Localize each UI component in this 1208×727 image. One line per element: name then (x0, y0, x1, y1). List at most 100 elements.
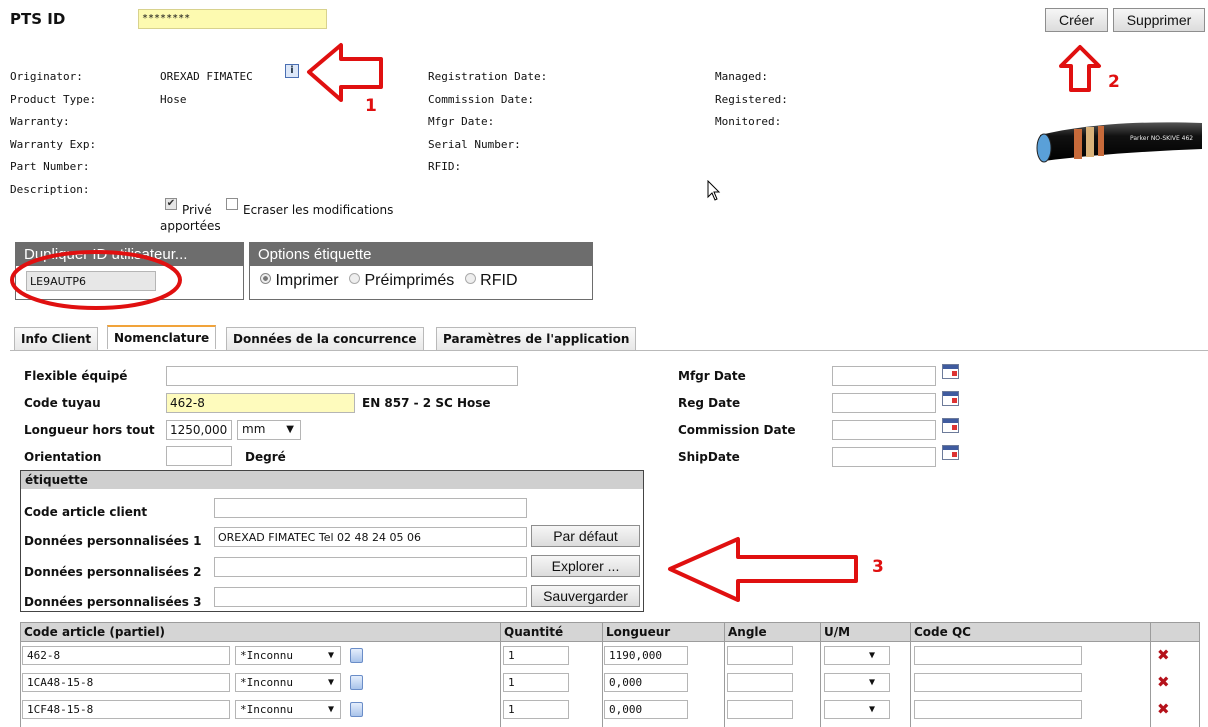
chevron-down-icon: ▼ (327, 677, 334, 688)
serial-number-label: Serial Number: (428, 137, 521, 151)
annotation-arrow-3 (668, 537, 858, 602)
mfgr-date-field-label: Mfgr Date (678, 369, 746, 383)
etiquette-title: étiquette (21, 471, 643, 489)
annotation-arrow-2 (1059, 45, 1101, 92)
print-radio[interactable] (260, 273, 271, 284)
tab-bar-line (10, 350, 1208, 351)
row-code-input[interactable]: 1CA48-15-8 (22, 673, 230, 692)
mfgr-date-input[interactable] (832, 366, 936, 386)
orientation-label: Orientation (24, 450, 102, 464)
equipped-hose-label: Flexible équipé (24, 369, 128, 383)
overwrite-label-2: apportées (160, 219, 221, 233)
row-um-select[interactable]: ▼ (824, 646, 890, 665)
annotation-number-3: 3 (872, 557, 884, 577)
custom-data-3-input[interactable] (214, 587, 527, 607)
preprinted-radio-label: Préimprimés (364, 272, 455, 289)
row-angle-input[interactable] (727, 673, 793, 692)
commission-date-field-label: Commission Date (678, 423, 796, 437)
hose-code-label: Code tuyau (24, 396, 101, 410)
row-um-select[interactable]: ▼ (824, 673, 890, 692)
rfid-radio[interactable] (464, 273, 476, 284)
row-angle-input[interactable] (727, 700, 793, 719)
create-button[interactable]: Créer (1045, 8, 1108, 32)
equipped-hose-input[interactable] (166, 366, 518, 386)
row-angle-input[interactable] (727, 646, 793, 665)
row-qc-input[interactable] (914, 700, 1082, 719)
overwrite-checkbox[interactable] (226, 198, 238, 210)
row-length-input[interactable]: 0,000 (604, 673, 688, 692)
chevron-down-icon: ▼ (868, 650, 875, 661)
row-type-select[interactable]: *Inconnu ▼ (235, 646, 341, 665)
calendar-icon[interactable] (942, 418, 959, 433)
label-options-title: Options étiquette (250, 243, 592, 266)
row-code-input[interactable]: 462-8 (22, 646, 230, 665)
client-code-input[interactable] (214, 498, 527, 518)
row-qty-input[interactable]: 1 (503, 673, 569, 692)
private-label: Privé (182, 203, 212, 217)
delete-row-icon[interactable]: ✖ (1157, 646, 1170, 664)
part-number-label: Part Number: (10, 160, 90, 173)
document-icon[interactable] (350, 648, 363, 663)
document-icon[interactable] (350, 702, 363, 717)
managed-label: Managed: (715, 70, 768, 83)
commission-date-input[interactable] (832, 420, 936, 440)
info-icon[interactable]: i (285, 64, 299, 78)
save-button[interactable]: Sauvergarder (531, 585, 640, 607)
tab-nomenclature[interactable]: Nomenclature (107, 325, 217, 349)
ship-date-input[interactable] (832, 447, 936, 467)
default-button[interactable]: Par défaut (531, 525, 640, 547)
reg-date-input[interactable] (832, 393, 936, 413)
row-length-input[interactable]: 0,000 (604, 700, 688, 719)
overwrite-label: Ecraser les modifications (243, 203, 394, 217)
description-label: Description: (10, 182, 90, 196)
tab-competition-data[interactable]: Données de la concurrence (226, 327, 424, 350)
orientation-input[interactable] (166, 446, 232, 466)
warranty-label: Warranty: (10, 115, 70, 128)
mfgr-date-label: Mfgr Date: (428, 115, 495, 128)
pts-id-field[interactable]: ******** (138, 9, 327, 29)
chevron-down-icon: ▼ (286, 424, 294, 435)
row-qc-input[interactable] (914, 673, 1082, 692)
custom-data-3-label: Données personnalisées 3 (24, 595, 202, 609)
delete-row-icon[interactable]: ✖ (1157, 700, 1170, 718)
client-code-label: Code article client (24, 505, 148, 519)
calendar-icon[interactable] (942, 364, 959, 379)
row-qc-input[interactable] (914, 646, 1082, 665)
custom-data-2-label: Données personnalisées 2 (24, 565, 202, 579)
length-unit-select[interactable]: mm ▼ (237, 420, 301, 440)
tab-app-settings[interactable]: Paramètres de l'application (436, 327, 637, 350)
custom-data-1-input[interactable] (214, 527, 527, 547)
pts-id-label: PTS ID (10, 10, 66, 28)
table-row: 1CA48-15-8 *Inconnu ▼ 1 0,000 ▼ ✖ (0, 672, 1208, 698)
hose-code-desc: EN 857 - 2 SC Hose (362, 396, 491, 410)
document-icon[interactable] (350, 675, 363, 690)
annotation-number-2: 2 (1108, 72, 1120, 92)
originator-value: OREXAD FIMATEC (160, 70, 253, 83)
row-qty-input[interactable]: 1 (503, 700, 569, 719)
table-row: 462-8 *Inconnu ▼ 1 1190,000 ▼ ✖ (0, 645, 1208, 671)
info-col2: Registration Date: Commission Date: Mfgr… (428, 66, 547, 179)
row-type-select[interactable]: *Inconnu ▼ (235, 700, 341, 719)
delete-button[interactable]: Supprimer (1113, 8, 1205, 32)
calendar-icon[interactable] (942, 391, 959, 406)
row-qty-input[interactable]: 1 (503, 646, 569, 665)
row-um-select[interactable]: ▼ (824, 700, 890, 719)
delete-row-icon[interactable]: ✖ (1157, 673, 1170, 691)
tab-info-client[interactable]: Info Client (14, 327, 99, 350)
length-input[interactable] (166, 420, 232, 440)
private-checkbox[interactable]: ✔ (165, 198, 177, 210)
commission-date-label: Commission Date: (428, 92, 534, 106)
monitored-label: Monitored: (715, 115, 782, 128)
hose-code-input[interactable] (166, 393, 355, 413)
calendar-icon[interactable] (942, 445, 959, 460)
rfid-radio-label: RFID (480, 272, 518, 289)
row-type-select[interactable]: *Inconnu ▼ (235, 673, 341, 692)
row-code-input[interactable]: 1CF48-15-8 (22, 700, 230, 719)
explore-button[interactable]: Explorer ... (531, 555, 640, 577)
custom-data-2-input[interactable] (214, 557, 527, 577)
preprinted-radio[interactable] (349, 273, 361, 284)
info-col3: Managed: Registered: Monitored: (715, 66, 788, 134)
row-length-input[interactable]: 1190,000 (604, 646, 688, 665)
hose-image: Parker NO-SKIVE 462 (1036, 122, 1202, 163)
chevron-down-icon: ▼ (327, 704, 334, 715)
